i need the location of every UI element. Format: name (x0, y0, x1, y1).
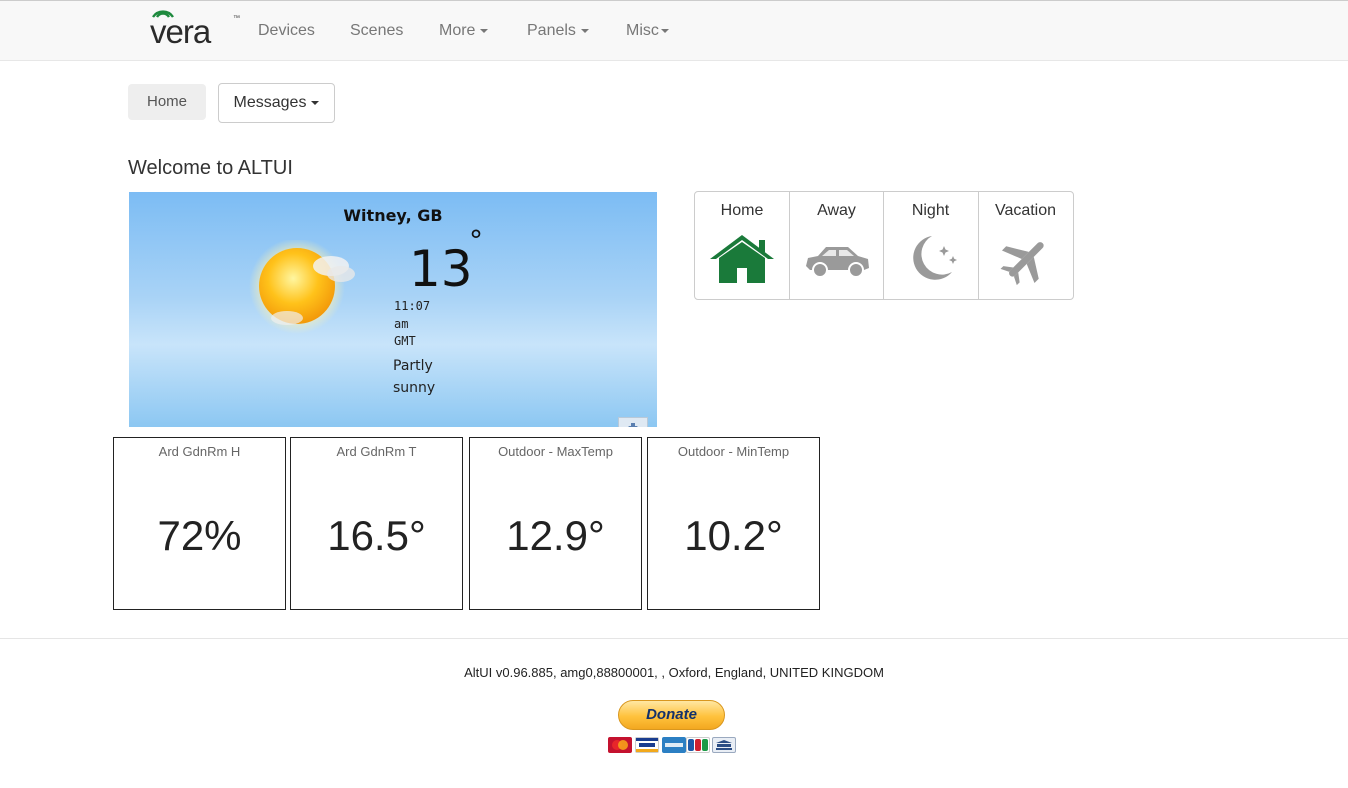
weather-widget: Witney, GB 13 ° 11:07 am GMT Partly sunn… (129, 192, 657, 427)
nav-more-label: More (439, 22, 476, 39)
sensor-tile[interactable]: Outdoor - MaxTemp 12.9° (469, 437, 642, 610)
tile-name: Ard GdnRm T (336, 444, 417, 459)
jcb-icon (686, 737, 710, 753)
mode-home-button[interactable]: Home (695, 192, 789, 299)
download-arrow-icon (628, 423, 638, 427)
nav-more-dropdown[interactable]: More (439, 22, 489, 40)
breadcrumb-home[interactable]: Home (128, 84, 206, 120)
weather-time-line: am (394, 316, 409, 331)
car-icon (806, 247, 869, 278)
mode-away-button[interactable]: Away (789, 192, 883, 299)
messages-label: Messages (233, 94, 307, 111)
weather-expand-handle[interactable] (618, 417, 648, 427)
brand-text: vera (150, 13, 211, 50)
weather-time: 11:07 am GMT (394, 298, 444, 351)
mode-label: Night (911, 202, 950, 219)
mode-label: Away (817, 202, 856, 219)
house-mode-selector: Home Away Night Vacation (694, 191, 1074, 300)
nav-panels-dropdown[interactable]: Panels (527, 22, 589, 40)
trademark-mark: ™ (233, 15, 240, 22)
moon-stars-icon (913, 236, 957, 280)
weather-temperature: 13 (409, 240, 473, 298)
top-navbar: vera ™ Devices Scenes More Panels Misc (0, 0, 1348, 61)
vera-logo[interactable]: vera ™ (150, 5, 240, 50)
footer-version-text: AltUI v0.96.885, amg0,88800001, , Oxford… (464, 665, 884, 680)
page-title: Welcome to ALTUI (128, 157, 293, 179)
weather-condition-line: Partly (393, 358, 433, 374)
tile-value: 16.5° (327, 512, 426, 559)
caret-down-icon (480, 28, 489, 33)
sensor-tile[interactable]: Ard GdnRm H 72% (113, 437, 286, 610)
tile-value: 72% (157, 512, 242, 559)
amex-icon (662, 737, 686, 753)
weather-condition-line: sunny (393, 380, 436, 396)
nav-misc-label: Misc (626, 22, 659, 39)
weather-time-line: GMT (394, 334, 416, 348)
weather-time-line: 11:07 (394, 299, 431, 313)
bank-icon (712, 737, 736, 753)
nav-scenes[interactable]: Scenes (350, 22, 403, 40)
tile-name: Ard GdnRm H (158, 444, 241, 459)
weather-condition: Partly sunny (393, 355, 453, 399)
visa-icon (635, 737, 659, 753)
weather-city: Witney, GB (343, 206, 443, 225)
mode-night-button[interactable]: Night (883, 192, 977, 299)
payment-cards (608, 737, 738, 755)
tile-name: Outdoor - MaxTemp (498, 444, 613, 459)
sensor-tile[interactable]: Ard GdnRm T 16.5° (290, 437, 463, 610)
nav-devices[interactable]: Devices (258, 22, 315, 40)
caret-down-icon (660, 28, 669, 33)
footer-divider (0, 638, 1348, 639)
mode-vacation-button[interactable]: Vacation (978, 192, 1072, 299)
airplane-icon (1000, 242, 1044, 286)
donate-button[interactable]: Donate (618, 700, 725, 730)
tile-value: 12.9° (506, 512, 605, 559)
nav-devices-label: Devices (258, 22, 315, 39)
mode-label: Home (720, 202, 764, 219)
mode-label: Vacation (994, 202, 1057, 219)
caret-down-icon (311, 100, 320, 105)
messages-dropdown-button[interactable]: Messages (218, 83, 335, 123)
caret-down-icon (580, 28, 589, 33)
nav-misc-dropdown[interactable]: Misc (626, 22, 669, 40)
weather-degree-symbol: ° (469, 224, 483, 257)
sensor-tile[interactable]: Outdoor - MinTemp 10.2° (647, 437, 820, 610)
tile-name: Outdoor - MinTemp (677, 444, 790, 459)
nav-panels-label: Panels (527, 22, 576, 39)
tile-value: 10.2° (684, 512, 783, 559)
sun-partly-cloudy-icon (249, 240, 355, 334)
mastercard-icon (608, 737, 632, 753)
nav-scenes-label: Scenes (350, 22, 404, 39)
house-icon (710, 235, 774, 283)
